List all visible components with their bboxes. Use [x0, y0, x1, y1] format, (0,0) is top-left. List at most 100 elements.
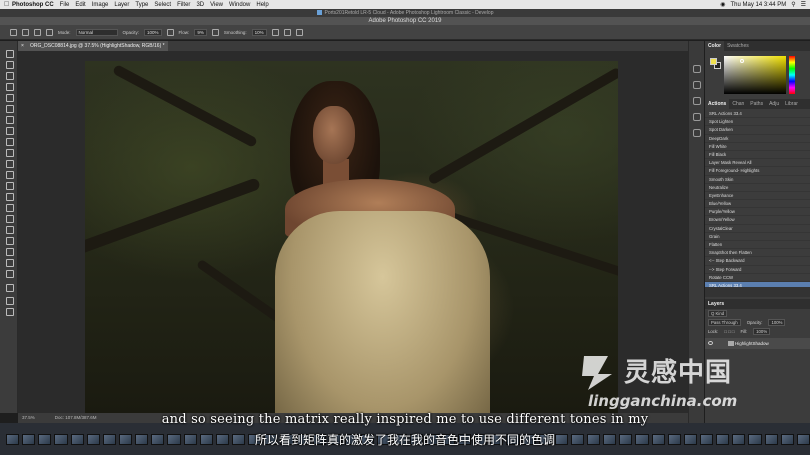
color-picker-handle[interactable]: [740, 59, 744, 63]
symmetry-icon[interactable]: [295, 28, 303, 36]
action-item[interactable]: <-- Step Backward: [705, 257, 810, 266]
move-tool-icon[interactable]: [4, 49, 14, 58]
action-item[interactable]: Smooth Skin: [705, 176, 810, 184]
action-item[interactable]: --> Step Forward: [705, 266, 810, 274]
tab-channels[interactable]: Chan: [729, 99, 747, 109]
properties-icon[interactable]: [693, 81, 701, 89]
history-icon[interactable]: [693, 65, 701, 73]
action-item[interactable]: Flatten: [705, 241, 810, 250]
adjustments-icon[interactable]: [693, 97, 701, 105]
hand-tool-icon[interactable]: [4, 258, 14, 267]
layer-row[interactable]: HighlightShadow: [705, 338, 810, 349]
brush-settings-icon[interactable]: [46, 28, 53, 36]
screen-mode-icon[interactable]: [4, 307, 14, 316]
pen-tool-icon[interactable]: [4, 214, 14, 223]
brush-tool-icon[interactable]: [22, 28, 29, 36]
kind-filter[interactable]: Q Kind: [708, 310, 728, 317]
zoom-tool-icon[interactable]: [4, 269, 14, 278]
home-icon[interactable]: [10, 28, 17, 36]
menu-list-icon[interactable]: ☰: [801, 1, 806, 8]
crop-tool-icon[interactable]: [4, 93, 14, 102]
menu-3d[interactable]: 3D: [196, 2, 204, 8]
tab-paths[interactable]: Paths: [747, 99, 766, 109]
apple-icon[interactable]: : [4, 1, 12, 8]
frame-tool-icon[interactable]: [4, 104, 14, 113]
wifi-icon[interactable]: ◉: [720, 1, 725, 8]
action-item[interactable]: Fill Foreground- Highlights: [705, 167, 810, 176]
tab-libraries[interactable]: Librar: [782, 99, 801, 109]
smoothing-options-icon[interactable]: [271, 28, 279, 36]
quick-mask-icon[interactable]: [4, 296, 14, 305]
app-menu[interactable]: Photoshop CC: [12, 2, 54, 8]
menu-layer[interactable]: Layer: [114, 2, 129, 8]
foreground-background-swatch-icon[interactable]: [4, 283, 14, 292]
action-item[interactable]: Spot Darken: [705, 126, 810, 135]
action-item[interactable]: Fill White: [705, 143, 810, 151]
action-item[interactable]: DeepDark: [705, 135, 810, 143]
rectangle-tool-icon[interactable]: [4, 247, 14, 256]
blend-mode-select[interactable]: Pass Through: [708, 319, 741, 326]
marquee-tool-icon[interactable]: [4, 60, 14, 69]
close-icon[interactable]: ×: [21, 41, 24, 51]
layer-opacity-field[interactable]: 100%: [768, 319, 786, 326]
blur-tool-icon[interactable]: [4, 192, 14, 201]
history-brush-tool-icon[interactable]: [4, 159, 14, 168]
action-item[interactable]: SRL Actions 33.4: [705, 110, 810, 119]
action-item[interactable]: SnapShot then Flatten: [705, 249, 810, 258]
menu-image[interactable]: Image: [92, 2, 109, 8]
action-item[interactable]: Grain: [705, 233, 810, 241]
eyedropper-tool-icon[interactable]: [4, 115, 14, 124]
hue-slider[interactable]: [789, 56, 795, 94]
tab-adjustments[interactable]: Adju: [766, 99, 782, 109]
visibility-eye-icon[interactable]: [708, 341, 713, 345]
action-item[interactable]: Spot Lighten: [705, 118, 810, 127]
action-item[interactable]: CrystalClear: [705, 225, 810, 233]
tab-actions[interactable]: Actions: [705, 99, 730, 109]
quick-select-tool-icon[interactable]: [4, 82, 14, 91]
menu-file[interactable]: File: [60, 2, 70, 8]
path-select-tool-icon[interactable]: [4, 236, 14, 245]
menu-type[interactable]: Type: [135, 2, 148, 8]
action-item[interactable]: Brown/Yellow: [705, 216, 810, 225]
lock-icon[interactable]: □ □ □: [724, 327, 734, 336]
layers-panel-title[interactable]: Layers: [705, 299, 810, 309]
action-item[interactable]: Neutralize: [705, 184, 810, 192]
brush-preset-icon[interactable]: [34, 28, 41, 36]
healing-tool-icon[interactable]: [4, 126, 14, 135]
dodge-tool-icon[interactable]: [4, 203, 14, 212]
action-item[interactable]: Blue/Yellow: [705, 200, 810, 209]
flow-field[interactable]: 9%: [194, 28, 207, 36]
gradient-tool-icon[interactable]: [4, 181, 14, 190]
smoothing-field[interactable]: 10%: [251, 28, 267, 36]
pressure-opacity-icon[interactable]: [166, 28, 174, 36]
brushes-icon[interactable]: [693, 113, 701, 121]
document-tab[interactable]: × ORG_DSC08814.jpg @ 37.5% (HighlightSha…: [18, 41, 168, 51]
pressure-size-icon[interactable]: [283, 28, 291, 36]
type-tool-icon[interactable]: [4, 225, 14, 234]
action-item[interactable]: Purple/Yellow: [705, 208, 810, 217]
color-field[interactable]: [724, 56, 786, 94]
tab-swatches[interactable]: Swatches: [724, 41, 752, 51]
eraser-tool-icon[interactable]: [4, 170, 14, 179]
tab-color[interactable]: Color: [705, 41, 725, 51]
foreground-color-swatch[interactable]: [710, 58, 717, 65]
menu-filter[interactable]: Filter: [177, 2, 190, 8]
mode-select[interactable]: Normal: [75, 28, 118, 36]
action-item[interactable]: Fill Black: [705, 151, 810, 160]
action-item[interactable]: EyeEnhance: [705, 192, 810, 201]
clock[interactable]: Thu May 14 3:44 PM: [731, 2, 787, 8]
character-icon[interactable]: [693, 129, 701, 137]
menu-help[interactable]: Help: [256, 2, 268, 8]
menu-window[interactable]: Window: [229, 2, 250, 8]
opacity-field[interactable]: 100%: [144, 28, 162, 36]
fill-field[interactable]: 100%: [753, 328, 771, 335]
clone-stamp-tool-icon[interactable]: [4, 148, 14, 157]
portrait-photo[interactable]: [85, 61, 618, 416]
menu-view[interactable]: View: [210, 2, 223, 8]
airbrush-icon[interactable]: [211, 28, 219, 36]
brush-tool-icon[interactable]: [4, 137, 14, 146]
action-item[interactable]: Layer Mask Reveal All: [705, 159, 810, 168]
menu-select[interactable]: Select: [154, 2, 171, 8]
lasso-tool-icon[interactable]: [4, 71, 14, 80]
action-item[interactable]: Rotate CCW: [705, 274, 810, 282]
